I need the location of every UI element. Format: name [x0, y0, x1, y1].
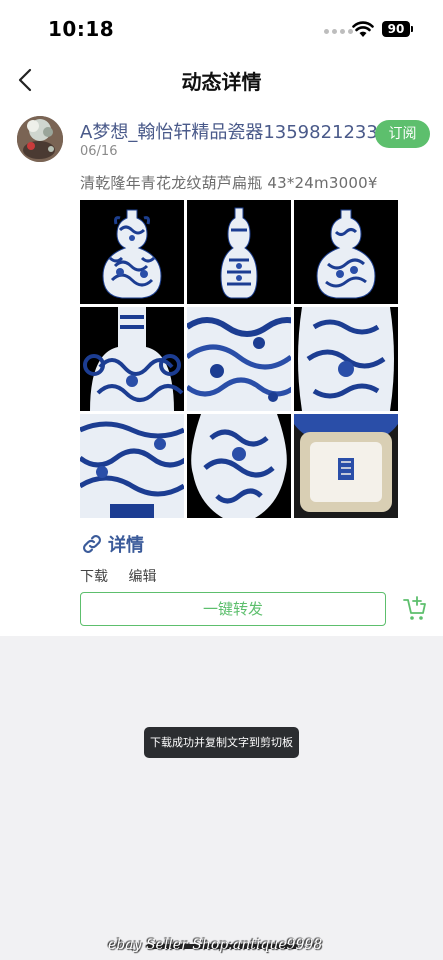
one-click-forward-button[interactable]: 一键转发	[80, 592, 386, 626]
detail-label: 详情	[108, 535, 144, 556]
avatar[interactable]	[17, 116, 63, 162]
navigation-bar: 动态详情	[0, 58, 443, 106]
edit-button[interactable]: 编辑	[128, 569, 156, 585]
link-chain-icon	[83, 535, 101, 553]
post-actions: 下载 编辑	[80, 566, 172, 586]
author-name[interactable]: A梦想_翰怡轩精品瓷器13598212333	[80, 118, 380, 144]
page-title: 动态详情	[181, 70, 262, 94]
photo-vase-body-side[interactable]	[294, 307, 398, 411]
photo-vase-lower-body[interactable]	[80, 414, 184, 518]
battery-indicator: 90	[382, 21, 410, 37]
photo-gourd-vase-side[interactable]	[187, 200, 291, 304]
subscribe-button[interactable]: 订阅	[375, 120, 430, 148]
photo-vase-neck-detail[interactable]	[80, 307, 184, 411]
image-grid	[80, 200, 398, 518]
wifi-icon	[352, 21, 374, 37]
cellular-signal-icon	[324, 29, 353, 34]
photo-gourd-vase-back[interactable]	[294, 200, 398, 304]
photo-dragon-motif-closeup[interactable]	[187, 307, 291, 411]
detail-link[interactable]: 详情	[80, 531, 144, 557]
battery-tip	[411, 26, 413, 32]
status-bar: 10:18 90	[0, 0, 443, 58]
photo-base-seal-mark[interactable]	[294, 414, 398, 518]
photo-gourd-vase-front[interactable]	[80, 200, 184, 304]
status-time: 10:18	[48, 17, 115, 41]
toast-message: 下载成功并复制文字到剪切板	[144, 727, 299, 758]
add-to-cart-icon[interactable]	[402, 596, 428, 622]
watermark-text: ebay Seller Shop:antique9998	[108, 937, 323, 953]
download-button[interactable]: 下载	[80, 569, 108, 585]
post-date: 06/16	[80, 144, 118, 159]
post-card: A梦想_翰怡轩精品瓷器13598212333 订阅 06/16 清乾隆年青花龙纹…	[0, 106, 443, 636]
post-description: 清乾隆年青花龙纹葫芦扁瓶 43*24m3000¥	[80, 174, 378, 192]
photo-dragon-motif-angle[interactable]	[187, 414, 291, 518]
